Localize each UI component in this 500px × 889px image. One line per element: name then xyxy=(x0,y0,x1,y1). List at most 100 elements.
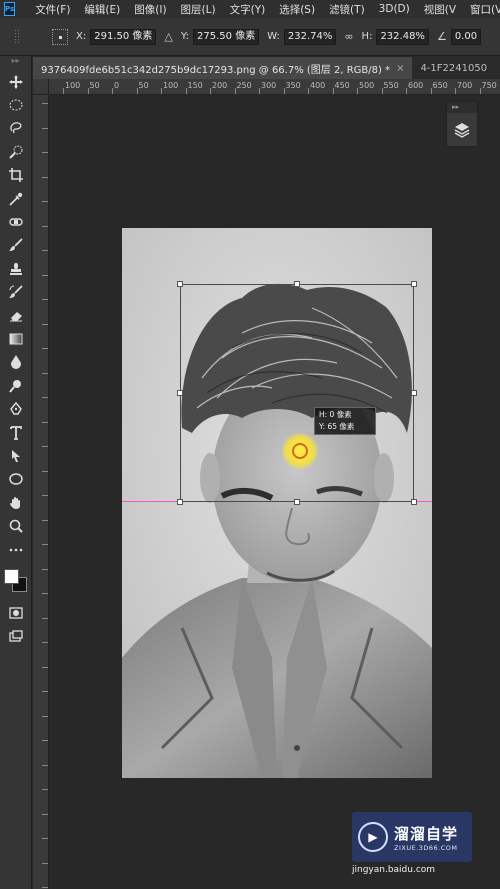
gradient-tool-icon[interactable] xyxy=(0,327,32,350)
ruler-tick xyxy=(42,299,48,300)
link-icon[interactable]: ∞ xyxy=(344,30,353,43)
ps-logo-icon[interactable]: Ps xyxy=(4,2,16,16)
ruler-tick xyxy=(42,323,48,325)
ruler-tick xyxy=(136,88,138,94)
transform-handle-bottom-left[interactable] xyxy=(177,499,183,505)
menu-file[interactable]: 文件(F) xyxy=(35,2,70,17)
ruler-tick xyxy=(283,88,285,94)
more-tools-icon[interactable] xyxy=(0,538,32,561)
ruler-vertical[interactable] xyxy=(33,95,49,889)
ruler-label: 650 xyxy=(432,81,448,90)
cursor-ring-icon xyxy=(292,443,308,459)
ruler-tick xyxy=(42,715,48,717)
ruler-tick xyxy=(42,176,48,178)
panel-dock-grip[interactable]: ▸▸ xyxy=(447,102,477,113)
tab-current-document[interactable]: 9376409fde6b51c342d275b9dc17293.png @ 66… xyxy=(33,57,413,79)
ruler-tick xyxy=(112,88,113,94)
transform-handle-bottom[interactable] xyxy=(294,499,300,505)
ruler-tick xyxy=(42,666,48,668)
ruler-tick xyxy=(42,813,48,815)
path-select-tool-icon[interactable] xyxy=(0,444,32,467)
layers-panel-icon[interactable] xyxy=(447,113,477,146)
clone-stamp-tool-icon[interactable] xyxy=(0,257,32,280)
marquee-tool-icon[interactable] xyxy=(0,93,32,116)
ruler-tick xyxy=(42,250,48,251)
ruler-tick xyxy=(42,421,48,423)
ruler-tick xyxy=(42,862,48,864)
type-tool-icon[interactable] xyxy=(0,421,32,444)
hand-tool-icon[interactable] xyxy=(0,491,32,514)
ruler-tick xyxy=(210,88,211,94)
screen-mode-icon[interactable] xyxy=(0,625,32,648)
source-credit: jingyan.baidu.com xyxy=(352,865,436,875)
ruler-tick xyxy=(259,88,260,94)
tab-other-document[interactable]: 4-1F2241050 xyxy=(412,57,495,79)
transform-handle-top-left[interactable] xyxy=(177,281,183,287)
lasso-tool-icon[interactable] xyxy=(0,117,32,140)
eyedropper-tool-icon[interactable] xyxy=(0,187,32,210)
ruler-tick xyxy=(308,88,309,94)
ruler-tick xyxy=(42,201,48,202)
transform-handle-top[interactable] xyxy=(294,281,300,287)
menu-3d[interactable]: 3D(D) xyxy=(379,3,410,15)
x-field[interactable]: 291.50 像素 xyxy=(90,28,157,45)
tools-panel: ▸▸ xyxy=(0,56,32,889)
menu-type[interactable]: 文字(Y) xyxy=(230,2,266,17)
transform-handle-top-right[interactable] xyxy=(411,281,417,287)
ruler-tick xyxy=(42,838,48,839)
y-field[interactable]: 275.50 像素 xyxy=(193,28,260,45)
delta-icon[interactable]: △ xyxy=(164,30,172,43)
close-icon[interactable]: × xyxy=(396,63,404,74)
crop-tool-icon[interactable] xyxy=(0,164,32,187)
ruler-tick xyxy=(234,88,236,94)
menu-edit[interactable]: 编辑(E) xyxy=(84,2,120,17)
foreground-color-swatch[interactable] xyxy=(4,569,19,585)
menu-view[interactable]: 视图(V xyxy=(424,2,456,17)
menu-image[interactable]: 图像(I) xyxy=(134,2,166,17)
zoom-tool-icon[interactable] xyxy=(0,514,32,537)
transform-handle-bottom-right[interactable] xyxy=(411,499,417,505)
reference-point-icon[interactable] xyxy=(52,28,68,45)
move-tool-icon[interactable] xyxy=(0,70,32,93)
ruler-tick xyxy=(42,789,48,790)
ruler-label: 50 xyxy=(138,81,149,90)
ruler-tick xyxy=(406,88,407,94)
ruler-label: 100 xyxy=(163,81,179,90)
ruler-tick xyxy=(42,617,48,619)
ruler-label: 150 xyxy=(187,81,203,90)
ruler-tick xyxy=(42,593,48,594)
angle-field[interactable]: 0.00 xyxy=(450,28,482,45)
pen-tool-icon[interactable] xyxy=(0,397,32,420)
toolbar-grip-icon[interactable]: ▸▸ xyxy=(0,56,31,70)
spot-heal-tool-icon[interactable] xyxy=(0,210,32,233)
transform-handle-right[interactable] xyxy=(411,390,417,396)
menu-window[interactable]: 窗口(V xyxy=(470,2,500,17)
blur-tool-icon[interactable] xyxy=(0,351,32,374)
dodge-tool-icon[interactable] xyxy=(0,374,32,397)
ruler-tick xyxy=(430,88,432,94)
brush-tool-icon[interactable] xyxy=(0,234,32,257)
h-field[interactable]: 232.48% xyxy=(376,28,429,45)
options-bar: X: 291.50 像素 △ Y: 275.50 像素 W: 232.74% ∞… xyxy=(0,18,500,56)
ruler-horizontal[interactable]: 100 50 0 50 100 150 200 250 300 350 400 450 500 550 60… xyxy=(49,79,500,95)
menu-select[interactable]: 选择(S) xyxy=(279,2,315,17)
angle-icon: ∠ xyxy=(436,30,447,43)
ruler-tick xyxy=(357,88,358,94)
ruler-label: 100 xyxy=(65,81,81,90)
play-logo-icon: ▶ xyxy=(358,822,388,852)
menu-filter[interactable]: 滤镜(T) xyxy=(329,2,365,17)
ruler-label: 500 xyxy=(359,81,375,90)
transform-handle-left[interactable] xyxy=(177,390,183,396)
ruler-tick xyxy=(455,88,456,94)
w-field[interactable]: 232.74% xyxy=(283,28,337,45)
eraser-tool-icon[interactable] xyxy=(0,304,32,327)
shape-tool-icon[interactable] xyxy=(0,468,32,491)
quick-select-tool-icon[interactable] xyxy=(0,140,32,163)
ruler-corner xyxy=(33,79,49,95)
menu-layer[interactable]: 图层(L) xyxy=(181,2,216,17)
ruler-tick xyxy=(42,740,48,741)
ruler-tick xyxy=(185,88,187,94)
quick-mask-icon[interactable] xyxy=(0,601,32,624)
history-brush-tool-icon[interactable] xyxy=(0,281,32,304)
transform-bounding-box[interactable] xyxy=(177,281,417,505)
